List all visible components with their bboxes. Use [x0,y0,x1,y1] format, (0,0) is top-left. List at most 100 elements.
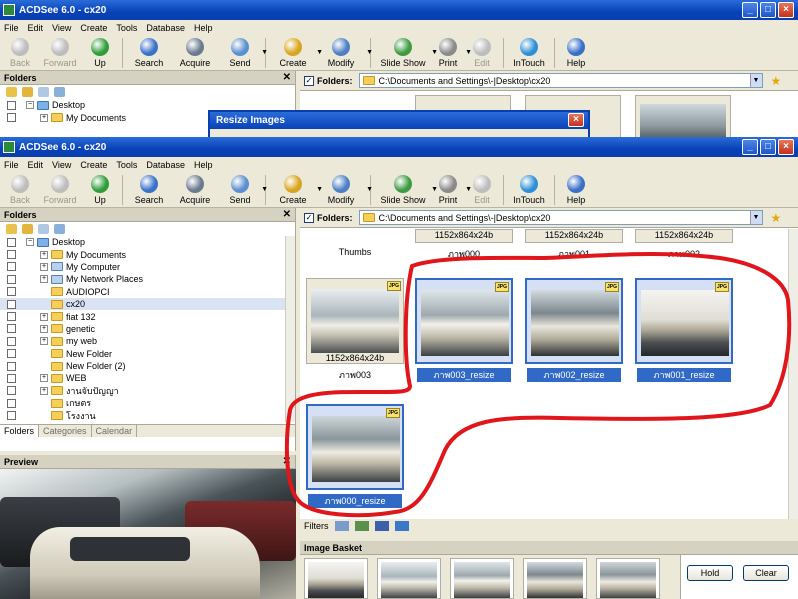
thumbnail-tile[interactable]: JPG 1152x864x24b ภาพ003 [306,278,404,390]
thumbnail-tile[interactable]: JPG ภาพ002_resize [525,278,623,390]
expand-toggle-icon[interactable]: + [40,250,48,259]
tree-item[interactable]: − Desktop [0,236,295,248]
tree-checkbox[interactable] [7,361,16,371]
close-preview-icon[interactable]: ✕ [283,455,291,469]
menu-tools[interactable]: Tools [116,160,137,170]
folder-options-icon[interactable] [38,224,49,234]
basket-thumbnail[interactable] [596,558,660,599]
favorite-star-icon[interactable]: ★ [771,75,783,87]
tree-item[interactable]: AUDIOPCI [0,286,295,298]
search-button[interactable]: Search [127,35,171,71]
acquire-button[interactable]: Acquire [171,172,219,208]
expand-toggle-icon[interactable]: + [40,337,48,346]
tree-checkbox[interactable] [7,349,16,359]
tree-item[interactable]: + fiat 132 [0,310,295,322]
expand-toggle-icon[interactable]: + [40,262,48,271]
tree-checkbox[interactable] [7,336,16,346]
clear-button[interactable]: Clear [743,565,789,581]
forward-button[interactable]: Forward [38,172,82,208]
slide-show-button[interactable]: Slide Show ▼ [375,35,438,71]
expand-toggle-icon[interactable]: − [26,238,34,247]
tree-checkbox[interactable] [7,411,16,421]
tree-checkbox[interactable] [7,262,16,272]
expand-toggle-icon[interactable]: + [40,374,48,383]
expand-toggle-icon[interactable]: + [40,275,48,284]
basket-thumbnail[interactable] [304,558,368,599]
close-icon[interactable]: × [778,139,794,155]
create-button[interactable]: Create ▼ [270,35,323,71]
thumbnail-tile[interactable]: 1152x864x24b ภาพ000 [415,229,513,259]
thumbnail-tile[interactable]: Thumbs [306,229,404,259]
tree-checkbox[interactable] [7,237,16,247]
dropdown-arrow-icon[interactable]: ▼ [366,49,373,56]
dropdown-arrow-icon[interactable]: ▼ [261,49,268,56]
help-button[interactable]: Help [559,35,593,71]
tree-item[interactable]: + my web [0,335,295,347]
tree-checkbox[interactable] [7,386,16,396]
slide-show-button[interactable]: Slide Show ▼ [375,172,438,208]
tree-scrollbar[interactable] [285,236,295,422]
maximize-icon[interactable]: □ [760,2,776,18]
expand-toggle-icon[interactable]: + [40,312,48,321]
tree-checkbox[interactable] [7,312,16,322]
acquire-button[interactable]: Acquire [171,35,219,71]
back-button[interactable]: Back [2,172,38,208]
thumbnail-tile[interactable]: 1152x864x24b ภาพ001 [525,229,623,259]
chevron-down-icon[interactable]: ▼ [749,211,762,224]
minimize-icon[interactable]: _ [742,2,758,18]
menu-create[interactable]: Create [80,160,107,170]
menu-file[interactable]: File [4,23,19,33]
thumbnail-tile[interactable]: JPG ภาพ000_resize [306,404,404,516]
tree-item[interactable]: โรงงาน [0,409,295,421]
menu-edit[interactable]: Edit [28,160,44,170]
thumbnail-tile[interactable]: JPG ภาพ003_resize [415,278,513,390]
up-button[interactable]: Up [82,35,118,71]
tree-item[interactable]: + My Network Places [0,273,295,285]
tree-item[interactable]: + My Documents [0,248,295,260]
menu-tools[interactable]: Tools [116,23,137,33]
tree-checkbox[interactable] [7,398,16,408]
list-scrollbar[interactable] [788,229,798,519]
modify-button[interactable]: Modify ▼ [316,172,373,208]
tree-item[interactable]: + WEB [0,372,295,384]
hold-button[interactable]: Hold [687,565,733,581]
basket-thumbnail[interactable] [450,558,514,599]
open-folder-icon[interactable] [6,224,17,234]
expand-toggle-icon[interactable]: + [40,324,48,333]
help-button[interactable]: Help [559,172,593,208]
tree-item[interactable]: + งานจับปัญญา [0,385,295,397]
menu-file[interactable]: File [4,160,19,170]
maximize-icon[interactable]: □ [760,139,776,155]
select-icon[interactable] [374,521,389,531]
dropdown-arrow-icon[interactable]: ▼ [366,186,373,193]
tree-checkbox[interactable] [7,373,16,383]
basket-thumbnail[interactable] [377,558,441,599]
tree-item[interactable]: New Folder [0,348,295,360]
menu-view[interactable]: View [52,23,71,33]
compare-icon[interactable] [394,521,409,531]
menu-database[interactable]: Database [146,23,185,33]
dialog-close-icon[interactable]: × [568,113,584,127]
basket-thumbnail[interactable] [523,558,587,599]
tree-item[interactable]: + My Computer [0,261,295,273]
tree-checkbox[interactable] [7,287,16,297]
tree-checkbox[interactable] [7,324,16,334]
tree-checkbox[interactable] [7,250,16,260]
favorites-icon[interactable] [22,224,33,234]
menu-view[interactable]: View [52,160,71,170]
expand-toggle-icon[interactable]: + [40,386,48,395]
menu-create[interactable]: Create [80,23,107,33]
intouch-button[interactable]: InTouch [508,35,550,71]
search-button[interactable]: Search [127,172,171,208]
tree-item[interactable]: New Folder (2) [0,360,295,372]
create-button[interactable]: Create ▼ [270,172,323,208]
menu-edit[interactable]: Edit [28,23,44,33]
modify-button[interactable]: Modify ▼ [316,35,373,71]
tab-folders[interactable]: Folders [0,425,40,437]
intouch-button[interactable]: InTouch [508,172,550,208]
edit-button[interactable]: Edit [465,35,499,71]
tree-item[interactable]: เกษตร [0,397,295,409]
back-button[interactable]: Back [2,35,38,71]
tree-item[interactable]: cx20 [0,297,295,311]
send-button[interactable]: Send ▼ [219,35,268,71]
